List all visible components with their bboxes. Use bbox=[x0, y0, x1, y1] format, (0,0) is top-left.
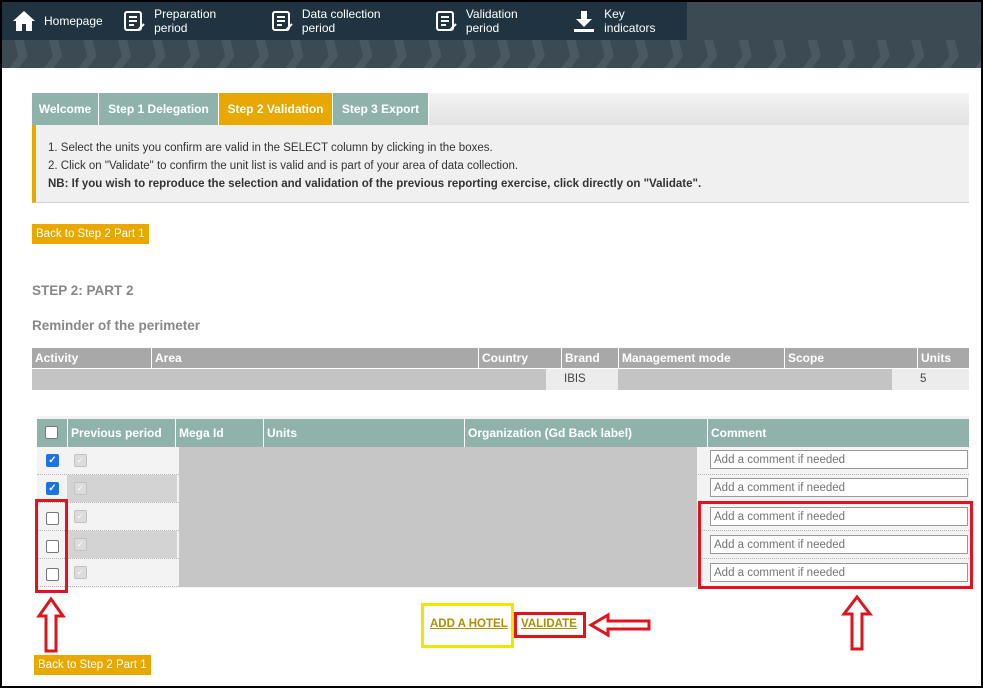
nav-label: Homepage bbox=[44, 14, 103, 28]
previous-period-checkbox: ✓ bbox=[74, 510, 87, 523]
instruction-nb: NB: If you wish to reproduce the selecti… bbox=[48, 178, 702, 190]
nav-label: Data collection period bbox=[301, 7, 381, 35]
checklist-icon bbox=[434, 9, 457, 33]
column-header-brand: Brand bbox=[561, 348, 618, 368]
row-select-checkbox[interactable]: ✓ bbox=[46, 482, 59, 495]
nav-item-preparation-period[interactable]: Preparation period bbox=[113, 2, 261, 40]
column-header-mega-id: Mega Id bbox=[175, 419, 263, 447]
tab-step1-delegation[interactable]: Step 1 Delegation bbox=[99, 93, 219, 125]
column-header-management-mode: Management mode bbox=[618, 348, 784, 368]
tab-step2-validation[interactable]: Step 2 Validation bbox=[219, 93, 333, 125]
brand-cell: IBIS bbox=[564, 373, 586, 385]
previous-period-cell: ✓ bbox=[67, 559, 177, 586]
column-header-activity: Activity bbox=[35, 351, 79, 365]
column-header-comment: Comment bbox=[707, 419, 969, 447]
column-header-units: Units bbox=[917, 348, 969, 368]
units-table-header: Previous period Mega Id Units Organizati… bbox=[37, 419, 969, 447]
back-to-step2-part1-button[interactable]: Back to Step 2 Part 1 bbox=[32, 224, 149, 244]
download-icon bbox=[572, 9, 596, 33]
row-select-checkbox[interactable]: ✓ bbox=[46, 454, 59, 467]
nav-label: Key indicators bbox=[604, 7, 656, 35]
column-header-country: Country bbox=[478, 348, 561, 368]
nav-item-data-collection-period[interactable]: Data collection period bbox=[260, 2, 424, 40]
arrow-up-icon bbox=[841, 594, 873, 651]
add-a-hotel-button[interactable]: ADD A HOTEL bbox=[430, 618, 508, 630]
header-band-right bbox=[687, 2, 981, 40]
column-header-select bbox=[37, 419, 67, 447]
checklist-icon bbox=[270, 9, 293, 33]
previous-period-cell: ✓ bbox=[67, 531, 177, 558]
previous-period-checkbox: ✓ bbox=[74, 566, 87, 579]
checklist-icon bbox=[123, 9, 146, 33]
previous-period-checkbox: ✓ bbox=[74, 482, 87, 495]
select-all-checkbox[interactable] bbox=[45, 426, 58, 439]
decorative-pattern: ❱❱❱❱❱❱❱❱❱❱❱❱❱❱❱❱❱❱❱❱❱❱❱❱❱❱❱❱❱❱ bbox=[2, 40, 981, 68]
instructions-panel: 1. Select the units you confirm are vali… bbox=[32, 125, 969, 203]
tab-welcome[interactable]: Welcome bbox=[32, 93, 99, 125]
arrow-left-icon bbox=[588, 612, 651, 638]
previous-period-checkbox: ✓ bbox=[74, 538, 87, 551]
units-cell: 5 bbox=[920, 373, 927, 385]
previous-period-checkbox: ✓ bbox=[74, 454, 87, 467]
column-header-units: Units bbox=[263, 419, 464, 447]
reminder-title: Reminder of the perimeter bbox=[32, 318, 201, 333]
header-pattern-band: ❱❱❱❱❱❱❱❱❱❱❱❱❱❱❱❱❱❱❱❱❱❱❱❱❱❱❱❱❱❱ bbox=[2, 40, 981, 68]
perimeter-table-row: IBIS 5 bbox=[32, 369, 969, 390]
previous-period-cell: ✓ bbox=[67, 447, 177, 474]
highlight-box-comments bbox=[698, 501, 973, 589]
perimeter-table-header: Activity Area Country Brand Management m… bbox=[32, 348, 969, 368]
column-header-organization: Organization (Gd Back label) bbox=[464, 419, 707, 447]
column-header-previous-period: Previous period bbox=[67, 419, 175, 447]
tab-step3-export[interactable]: Step 3 Export bbox=[333, 93, 429, 125]
previous-period-cell: ✓ bbox=[67, 475, 177, 502]
redacted-cell bbox=[618, 369, 892, 390]
nav-item-key-indicators[interactable]: Key indicators bbox=[562, 2, 687, 40]
nav-item-homepage[interactable]: Homepage bbox=[2, 2, 113, 40]
validate-button[interactable]: VALIDATE bbox=[521, 618, 577, 630]
step-title: STEP 2: PART 2 bbox=[32, 283, 134, 298]
highlight-box-checkboxes bbox=[35, 499, 68, 593]
instruction-line-1: 1. Select the units you confirm are vali… bbox=[48, 142, 493, 154]
comment-input[interactable] bbox=[710, 450, 968, 469]
redacted-block bbox=[179, 447, 697, 587]
redacted-cell bbox=[32, 369, 546, 390]
step-tabs: Welcome Step 1 Delegation Step 2 Validat… bbox=[32, 93, 969, 125]
top-navigation: Homepage Preparation period Data collect… bbox=[2, 2, 687, 40]
nav-item-validation-period[interactable]: Validation period bbox=[424, 2, 562, 40]
nav-label: Validation period bbox=[465, 7, 518, 35]
previous-period-cell: ✓ bbox=[67, 503, 177, 530]
column-header-area: Area bbox=[151, 348, 478, 368]
nav-label: Preparation period bbox=[154, 7, 217, 35]
home-icon bbox=[12, 9, 36, 33]
column-header-scope: Scope bbox=[784, 348, 917, 368]
comment-input[interactable] bbox=[710, 478, 968, 497]
instruction-line-2: 2. Click on "Validate" to confirm the un… bbox=[48, 160, 519, 172]
back-to-step2-part1-button-bottom[interactable]: Back to Step 2 Part 1 bbox=[34, 655, 151, 675]
arrow-up-icon bbox=[36, 596, 66, 653]
